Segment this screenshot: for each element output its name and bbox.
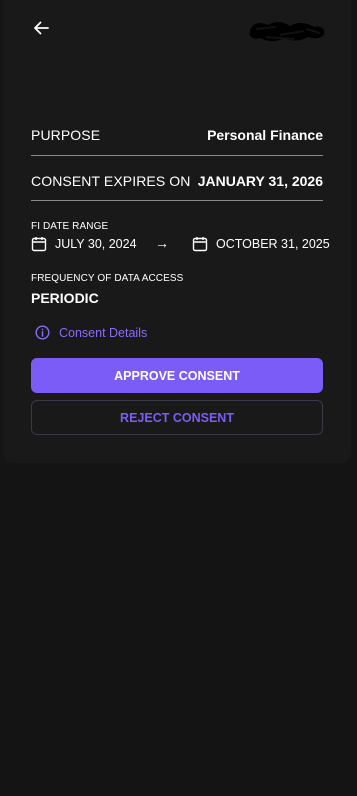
fi-date-from: JULY 30, 2024 (31, 236, 137, 252)
divider (31, 155, 323, 156)
approve-consent-button[interactable]: APPROVE CONSENT (31, 358, 323, 393)
reject-consent-button[interactable]: REJECT CONSENT (31, 400, 323, 435)
purpose-row: PURPOSE Personal Finance (31, 127, 323, 143)
divider (31, 200, 323, 201)
fi-date-to: OCTOBER 31, 2025 (192, 236, 330, 252)
consent-details-label: Consent Details (59, 325, 148, 340)
info-icon (35, 325, 50, 340)
purpose-value: Personal Finance (207, 127, 323, 143)
fi-date-range-label: FI DATE RANGE (31, 221, 109, 232)
date-range-arrow: → (155, 235, 169, 251)
consent-expiry-row: CONSENT EXPIRES ON JANUARY 31, 2026 (31, 173, 323, 189)
calendar-icon (192, 237, 208, 252)
arrow-left-icon (34, 21, 49, 35)
calendar-icon (31, 237, 47, 252)
fi-date-from-value: JULY 30, 2024 (55, 237, 137, 251)
purpose-label: PURPOSE (31, 127, 101, 143)
fi-date-to-value: OCTOBER 31, 2025 (216, 237, 330, 251)
consent-expiry-label: CONSENT EXPIRES ON (31, 173, 191, 189)
consent-expiry-value: JANUARY 31, 2026 (197, 173, 323, 189)
redacted-logo (249, 22, 325, 42)
back-button[interactable] (31, 18, 51, 38)
frequency-label: FREQUENCY OF DATA ACCESS (31, 273, 184, 284)
frequency-value: PERIODIC (31, 290, 99, 306)
consent-details-link[interactable]: Consent Details (35, 325, 147, 340)
